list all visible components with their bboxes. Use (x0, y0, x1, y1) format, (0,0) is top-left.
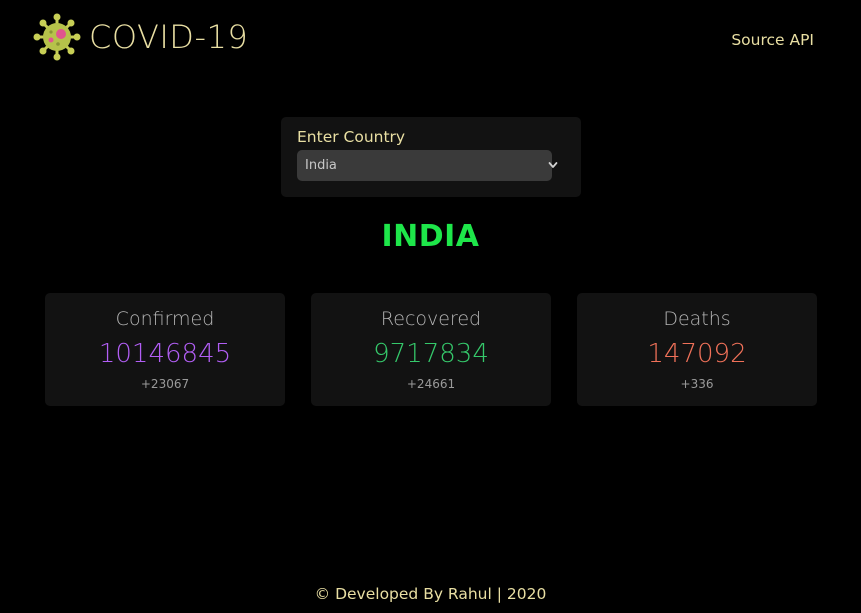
brand: COVID-19 (33, 13, 248, 61)
recovered-card: Recovered 9717834 +24661 (311, 293, 551, 406)
country-selector-card: Enter Country India (281, 117, 581, 197)
recovered-label: Recovered (380, 308, 482, 330)
country-select[interactable]: India (297, 150, 552, 181)
app-title: COVID-19 (89, 18, 249, 56)
confirmed-delta: +23067 (140, 377, 190, 391)
country-label: Enter Country (297, 128, 406, 146)
deaths-delta: +336 (680, 377, 714, 391)
deaths-label: Deaths (663, 308, 731, 330)
virus-icon (33, 13, 81, 61)
confirmed-value: 10146845 (98, 339, 232, 369)
country-heading: INDIA (381, 219, 480, 254)
confirmed-label: Confirmed (115, 308, 215, 330)
page: COVID-19 Source API Enter Country India … (0, 0, 861, 613)
deaths-value: 147092 (647, 339, 747, 369)
country-select-wrap: India (297, 150, 565, 181)
deaths-card: Deaths 147092 +336 (577, 293, 817, 406)
confirmed-card: Confirmed 10146845 +23067 (45, 293, 285, 406)
recovered-delta: +24661 (406, 377, 456, 391)
recovered-value: 9717834 (373, 339, 489, 369)
source-api-link[interactable]: Source API (731, 31, 814, 49)
footer-credit: © Developed By Rahul | 2020 (314, 585, 547, 603)
